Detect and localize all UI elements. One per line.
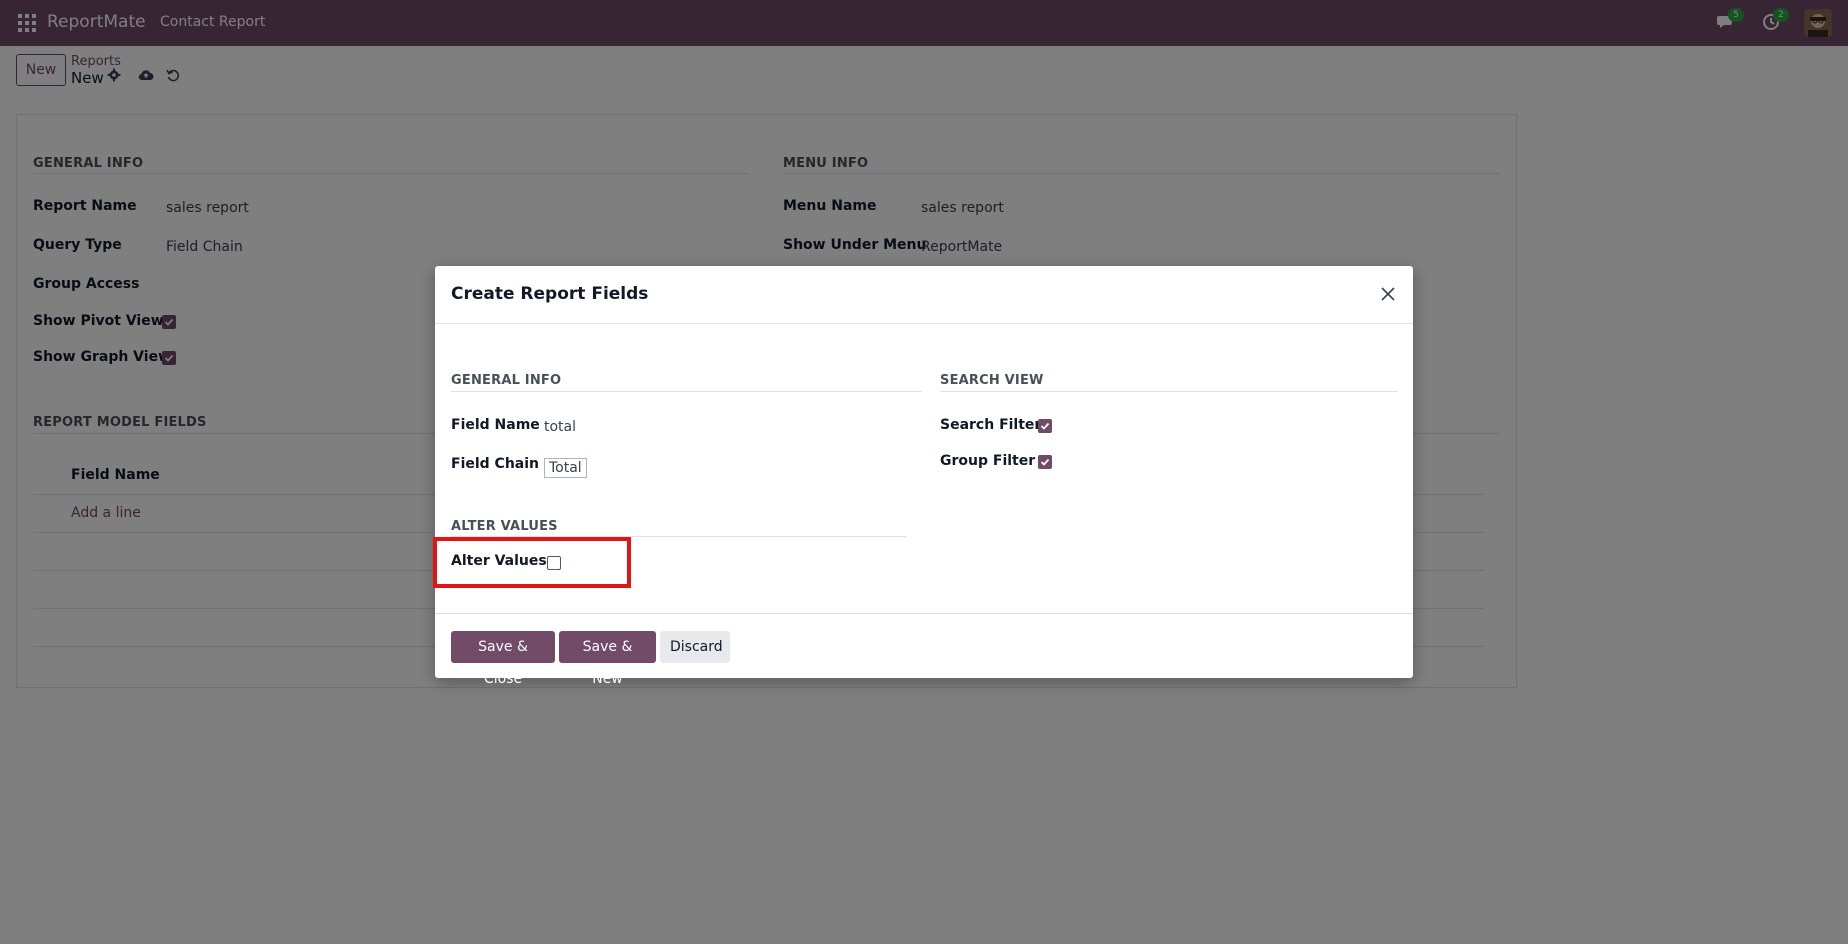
group-filter-checkbox[interactable] [1038, 455, 1052, 469]
save-new-button[interactable]: Save & New [559, 631, 656, 687]
dialog-footer: Save & Close Save & New Discard [435, 613, 1413, 687]
dialog-header: Create Report Fields [435, 266, 1413, 324]
save-close-button[interactable]: Save & Close [451, 631, 555, 687]
search-view-divider [940, 391, 1398, 392]
dialog-general-info-title: GENERAL INFO [451, 373, 562, 388]
close-icon[interactable] [1379, 285, 1399, 305]
dialog-general-info-divider [451, 391, 922, 392]
create-report-fields-dialog: Create Report Fields GENERAL INFO Field … [435, 266, 1413, 687]
field-chain-label: Field Chain [451, 456, 540, 472]
dialog-title: Create Report Fields [451, 284, 649, 304]
alter-values-title: ALTER VALUES [451, 519, 558, 534]
field-chain-input[interactable]: Total [544, 458, 587, 478]
discard-button[interactable]: Discard [660, 631, 730, 663]
search-filter-label: Search Filter [940, 417, 1042, 433]
search-filter-checkbox[interactable] [1038, 419, 1052, 433]
field-name-label: Field Name [451, 417, 540, 433]
field-name-input[interactable]: total [544, 419, 576, 435]
highlight-box [433, 537, 631, 588]
group-filter-label: Group Filter [940, 453, 1036, 469]
search-view-title: SEARCH VIEW [940, 373, 1044, 388]
